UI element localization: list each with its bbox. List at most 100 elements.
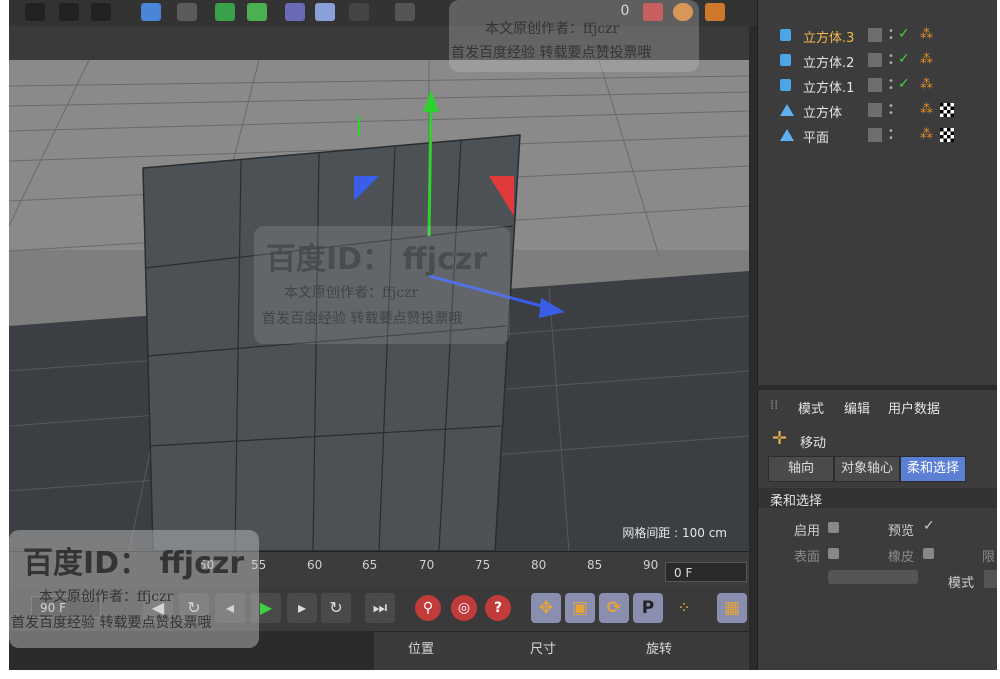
timeline-tick: 80 bbox=[531, 558, 547, 572]
object-row[interactable]: 立方体 • • ⁂ bbox=[758, 98, 997, 123]
null-object-icon bbox=[780, 104, 794, 116]
tab-soft-selection[interactable]: 柔和选择 bbox=[900, 456, 966, 482]
autokey-icon[interactable]: ◎ bbox=[451, 595, 477, 621]
render-settings-icon[interactable] bbox=[91, 3, 111, 21]
null-object-icon bbox=[780, 129, 794, 141]
c4d-window: 0 网格间距: 100 cm 50 55 60 65 70 75 80 85 … bbox=[9, 0, 997, 670]
watermark-line1: 本文原创作者：ffjczr bbox=[284, 285, 419, 301]
timeline-window-icon[interactable]: ▦ bbox=[717, 593, 747, 623]
object-row[interactable]: 平面 • • ⁂ bbox=[758, 123, 997, 148]
visibility-dots-icon[interactable]: • • bbox=[888, 102, 894, 119]
object-row[interactable]: 立方体.2 • • ✓ ⁂ bbox=[758, 48, 997, 73]
spline-tool-icon[interactable] bbox=[177, 3, 197, 21]
tweak-icon[interactable] bbox=[705, 3, 725, 21]
mode-dropdown[interactable] bbox=[984, 570, 997, 588]
object-name: 平面 bbox=[803, 131, 830, 146]
timeline-tick: 90 bbox=[643, 558, 659, 572]
menu-edit[interactable]: 编辑 bbox=[844, 398, 870, 417]
watermark-line2: 首发百度经验 转载要点赞投票哦 bbox=[262, 311, 463, 327]
cube-icon bbox=[780, 54, 791, 66]
cube-tool-icon[interactable] bbox=[141, 3, 161, 21]
step-forward-button[interactable]: ▸ bbox=[287, 593, 317, 623]
timeline-tick: 60 bbox=[307, 558, 323, 572]
array-tool-icon[interactable] bbox=[247, 3, 267, 21]
material-tag-icon[interactable] bbox=[940, 103, 954, 117]
surface-checkbox[interactable] bbox=[828, 548, 839, 559]
grid-spacing-label: 网格间距 : 100 cm bbox=[622, 526, 727, 540]
next-key-button[interactable]: ↻ bbox=[321, 593, 351, 623]
tag-icon[interactable]: ⁂ bbox=[920, 102, 933, 117]
layer-icon bbox=[868, 78, 882, 92]
layer-icon bbox=[868, 103, 882, 117]
cube-icon bbox=[780, 29, 791, 41]
tag-icon[interactable]: ⁂ bbox=[920, 52, 933, 67]
timeline-tick: 65 bbox=[362, 558, 378, 572]
tool-title: 移动 bbox=[800, 436, 827, 451]
rubber-label: 橡皮 bbox=[888, 550, 915, 565]
tab-object-axis[interactable]: 对象轴心 bbox=[834, 456, 900, 482]
material-tag-icon[interactable] bbox=[940, 128, 954, 142]
limit-label: 限 bbox=[982, 550, 996, 565]
object-name: 立方体.3 bbox=[803, 31, 855, 46]
preview-check-icon[interactable]: ✓ bbox=[923, 518, 935, 534]
coordinates-panel: 位置 尺寸 旋转 bbox=[374, 631, 749, 670]
cube-icon bbox=[780, 79, 791, 91]
watermark-box: 百度ID： ffjczr 本文原创作者：ffjczr 首发百度经验 转载要点赞投… bbox=[254, 226, 510, 344]
nurbs-tool-icon[interactable] bbox=[215, 3, 235, 21]
camera-tool-icon[interactable] bbox=[349, 3, 369, 21]
menu-user-data[interactable]: 用户数据 bbox=[888, 398, 940, 417]
visibility-dots-icon[interactable]: • • bbox=[888, 127, 894, 144]
object-name: 立方体 bbox=[803, 106, 843, 121]
keyframe-help-icon[interactable]: ? bbox=[485, 595, 511, 621]
tab-axis[interactable]: 轴向 bbox=[768, 456, 834, 482]
object-row[interactable]: 立方体.1 • • ✓ ⁂ bbox=[758, 73, 997, 98]
object-manager: 立方体.3 • • ✓ ⁂ 立方体.2 • • ✓ ⁂ 立方体.1 • • ✓ ⁂ 立… bbox=[757, 0, 997, 385]
enabled-check-icon[interactable]: ✓ bbox=[898, 26, 910, 42]
move-key-icon[interactable]: ✥ bbox=[531, 593, 561, 623]
enabled-check-icon[interactable]: ✓ bbox=[898, 51, 910, 67]
menu-mode[interactable]: 模式 bbox=[798, 398, 824, 417]
move-tool-icon: ✛ bbox=[772, 428, 788, 449]
timeline-tick: 70 bbox=[419, 558, 435, 572]
visibility-dots-icon[interactable]: • • bbox=[888, 27, 894, 44]
coord-position-header: 位置 bbox=[408, 642, 435, 657]
timeline-tick: 85 bbox=[587, 558, 603, 572]
scene-tool-icon[interactable] bbox=[315, 3, 335, 21]
timeline-tick: 75 bbox=[475, 558, 491, 572]
visibility-dots-icon[interactable]: • • bbox=[888, 52, 894, 69]
scale-key-icon[interactable]: ▣ bbox=[565, 593, 595, 623]
render-view-icon[interactable] bbox=[25, 3, 45, 21]
light-tool-icon[interactable] bbox=[395, 3, 415, 21]
watermark-id: 百度ID： ffjczr bbox=[266, 242, 488, 277]
watermark-line2: 首发百度经验 转载要点赞投票哦 bbox=[11, 615, 212, 631]
rubber-checkbox[interactable] bbox=[923, 548, 934, 559]
enabled-check-icon[interactable]: ✓ bbox=[898, 76, 910, 92]
enable-label: 启用 bbox=[794, 524, 821, 539]
pla-key-icon[interactable]: ⁘ bbox=[669, 593, 699, 623]
record-key-icon[interactable]: ⚲ bbox=[415, 595, 441, 621]
watermark-line1: 本文原创作者：ffjczr bbox=[485, 21, 620, 37]
tag-icon[interactable]: ⁂ bbox=[920, 27, 933, 42]
section-title: 柔和选择 bbox=[770, 494, 823, 509]
tag-icon[interactable]: ⁂ bbox=[920, 127, 933, 142]
render-picture-icon[interactable] bbox=[59, 3, 79, 21]
mode-label: 模式 bbox=[948, 576, 975, 591]
layer-icon bbox=[868, 28, 882, 42]
coord-size-header: 尺寸 bbox=[530, 642, 557, 657]
object-name: 立方体.1 bbox=[803, 81, 855, 96]
grip-icon: ⁞⁞ bbox=[770, 398, 779, 413]
watermark-box: 百度ID： ffjczr 本文原创作者：ffjczr 首发百度经验 转载要点赞投… bbox=[9, 530, 259, 648]
object-row[interactable]: 立方体.3 • • ✓ ⁂ bbox=[758, 23, 997, 48]
watermark-line1: 本文原创作者：ffjczr bbox=[39, 589, 174, 605]
layer-icon bbox=[868, 128, 882, 142]
rotate-key-icon[interactable]: ⟳ bbox=[599, 593, 629, 623]
enable-checkbox[interactable] bbox=[828, 522, 839, 533]
goto-end-button[interactable]: ⏭ bbox=[365, 593, 395, 623]
attribute-manager: ⁞⁞ 模式 编辑 用户数据 ✛ 移动 轴向 对象轴心 柔和选择 柔和选择 启用 … bbox=[757, 390, 997, 670]
param-key-icon[interactable]: P bbox=[633, 593, 663, 623]
current-frame-field[interactable]: 0 F bbox=[665, 562, 747, 582]
tag-icon[interactable]: ⁂ bbox=[920, 77, 933, 92]
deformer-tool-icon[interactable] bbox=[285, 3, 305, 21]
visibility-dots-icon[interactable]: • • bbox=[888, 77, 894, 94]
falloff-slider[interactable] bbox=[828, 570, 918, 584]
